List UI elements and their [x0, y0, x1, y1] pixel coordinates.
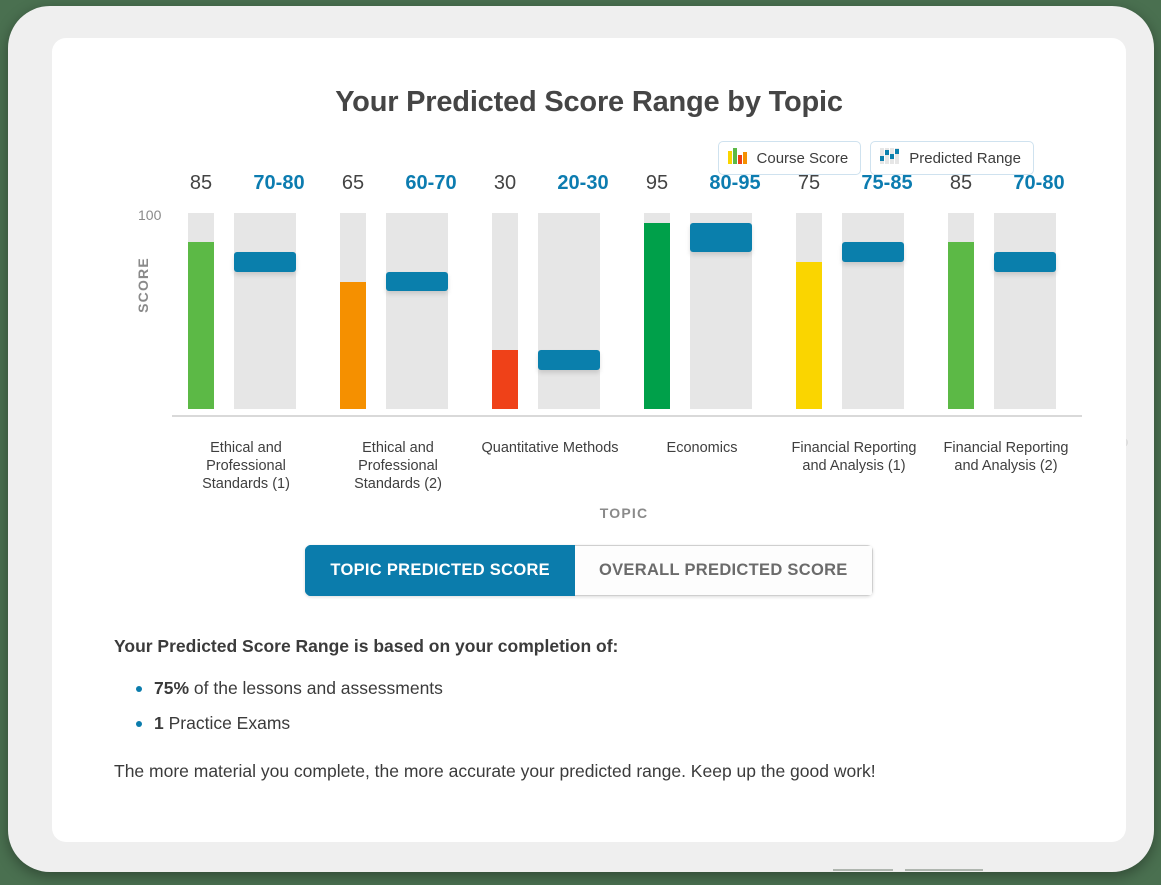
score-view-toggle: TOPIC PREDICTED SCORE OVERALL PREDICTED … [305, 545, 873, 596]
tab-topic-predicted-score[interactable]: TOPIC PREDICTED SCORE [305, 545, 575, 596]
x-axis-label: Economics [666, 440, 738, 456]
list-item-value: 75% [154, 678, 190, 698]
score-range-card: Your Predicted Score Range by Topic Cour… [52, 38, 1126, 842]
course-score-track [796, 213, 822, 409]
bar-group: 30 20-30 [474, 172, 626, 421]
legend-predicted-range[interactable]: Predicted Range [870, 141, 1034, 175]
bar-pair [778, 213, 930, 409]
range-block-icon [880, 148, 902, 168]
x-axis-label: Financial Reporting and Analysis (1) [791, 440, 917, 474]
course-score-bar[interactable] [948, 242, 974, 409]
course-score-bar[interactable] [188, 242, 214, 409]
bar-groups: 85 70-80 65 60-70 30 20-30 95 80-95 75 75-85 85 70-… [170, 172, 1082, 421]
course-score-track [188, 213, 214, 409]
list-item-text: of the lessons and assessments [189, 678, 443, 698]
x-axis-label: Quantitative Methods [481, 440, 619, 456]
tablet-frame: Your Predicted Score Range by Topic Cour… [8, 6, 1154, 872]
bar-group-values: 30 20-30 [474, 172, 626, 195]
course-score-value: 85 [189, 172, 213, 194]
tab-overall-predicted-score[interactable]: OVERALL PREDICTED SCORE [574, 545, 873, 596]
chart-plot-area: 100 SCORE 85 70-80 65 60-70 30 20-30 95 80-95 75… [52, 172, 1126, 421]
bar-group: 85 70-80 [170, 172, 322, 421]
x-axis-title: TOPIC [599, 505, 649, 521]
x-axis-label: Ethical and Professional Standards (2) [354, 440, 442, 492]
x-axis-labels: Ethical and Professional Standards (1) Et… [170, 439, 1082, 493]
y-axis-title: SCORE [134, 257, 151, 313]
bar-group-values: 75 75-85 [778, 172, 930, 195]
bar-pair [626, 213, 778, 409]
speaker-grille [833, 869, 984, 871]
predicted-range-track [538, 213, 600, 409]
x-axis-label: Financial Reporting and Analysis (2) [943, 440, 1069, 474]
course-score-track [948, 213, 974, 409]
course-score-track [492, 213, 518, 409]
bar-group: 75 75-85 [778, 172, 930, 421]
bar-pair [930, 213, 1082, 409]
x-axis-line [172, 415, 1082, 417]
course-score-bar[interactable] [796, 262, 822, 409]
bar-group: 95 80-95 [626, 172, 778, 421]
list-item: 1 Practice Exams [136, 706, 1066, 741]
predicted-range-track [842, 213, 904, 409]
predicted-range-block[interactable] [994, 252, 1056, 272]
predicted-range-value: 60-70 [405, 172, 457, 194]
predicted-range-track [994, 213, 1056, 409]
bar-group-values: 85 70-80 [170, 172, 322, 195]
predicted-range-value: 80-95 [709, 172, 761, 194]
footer-note: The more material you complete, the more… [114, 761, 876, 781]
y-axis-max-label: 100 [138, 207, 162, 223]
list-item: 75% of the lessons and assessments [136, 671, 1066, 706]
course-score-track [644, 213, 670, 409]
predicted-range-track [234, 213, 296, 409]
legend-predicted-range-label: Predicted Range [909, 149, 1021, 167]
course-score-bar[interactable] [644, 222, 670, 409]
course-score-value: 30 [493, 172, 517, 194]
list-item-value: 1 [154, 713, 164, 733]
bar-group-values: 65 60-70 [322, 172, 474, 195]
list-item-text: Practice Exams [163, 713, 291, 733]
predicted-range-value: 75-85 [861, 172, 913, 194]
predicted-range-value: 20-30 [557, 172, 609, 194]
predicted-range-block[interactable] [842, 242, 904, 262]
course-score-bar[interactable] [492, 350, 518, 409]
x-axis-label: Ethical and Professional Standards (1) [202, 440, 290, 492]
predicted-range-value: 70-80 [253, 172, 305, 194]
footer-heading: Your Predicted Score Range is based on y… [114, 636, 619, 656]
course-score-bar[interactable] [340, 281, 366, 409]
legend-course-score-label: Course Score [756, 149, 849, 167]
predicted-range-block[interactable] [690, 222, 752, 253]
score-view-toggle-row: TOPIC PREDICTED SCORE OVERALL PREDICTED … [52, 545, 1126, 596]
page-title: Your Predicted Score Range by Topic [335, 86, 843, 118]
bar-group: 85 70-80 [930, 172, 1082, 421]
predicted-range-block[interactable] [386, 271, 448, 292]
completion-list: 75% of the lessons and assessments 1 Prac… [136, 671, 1066, 741]
predicted-range-value: 70-80 [1013, 172, 1065, 194]
course-score-track [340, 213, 366, 409]
predicted-range-block[interactable] [234, 252, 296, 272]
legend-course-score[interactable]: Course Score [717, 141, 862, 175]
course-score-value: 95 [645, 172, 669, 194]
footer-section: Your Predicted Score Range is based on y… [114, 636, 1066, 786]
bar-pair [322, 213, 474, 409]
course-score-value: 85 [949, 172, 973, 194]
bar-group-values: 85 70-80 [930, 172, 1082, 195]
bar-pair [170, 213, 322, 409]
bar-group-values: 95 80-95 [626, 172, 778, 195]
bar-pair [474, 213, 626, 409]
bar-group: 65 60-70 [322, 172, 474, 421]
predicted-range-track [690, 213, 752, 409]
chart-legend: Course Score Predicted Range [52, 141, 1126, 175]
predicted-range-track [386, 213, 448, 409]
bar-chart-color-icon [727, 148, 750, 168]
predicted-range-block[interactable] [538, 350, 600, 370]
course-score-value: 75 [797, 172, 821, 194]
course-score-value: 65 [341, 172, 365, 194]
